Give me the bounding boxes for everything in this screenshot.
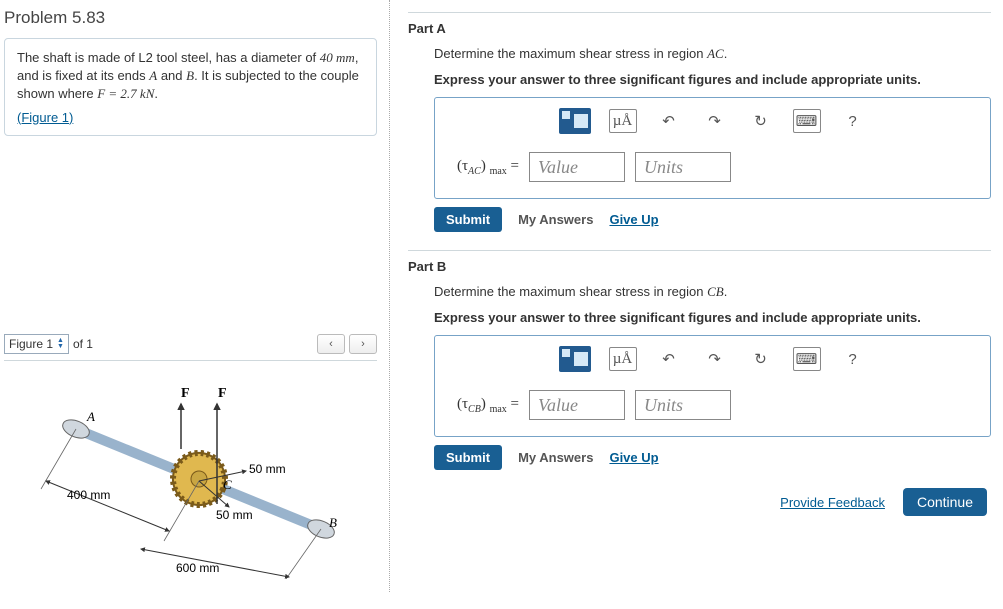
figure-link[interactable]: (Figure 1) <box>17 110 73 125</box>
part-a-submit-button[interactable]: Submit <box>434 207 502 232</box>
my-answers-link[interactable]: My Answers <box>518 212 593 227</box>
problem-text: The shaft is made of L2 tool steel, has … <box>17 49 364 104</box>
give-up-link[interactable]: Give Up <box>609 450 658 465</box>
answer-toolbar: µÅ ↶ ↷ ↻ ⌨ ? <box>435 336 990 382</box>
text: = <box>507 396 519 412</box>
fig-label-A: A <box>86 409 95 424</box>
problem-title: Problem 5.83 <box>4 8 377 28</box>
figure-next-button[interactable]: › <box>349 334 377 354</box>
units-tool[interactable]: µÅ <box>609 347 637 371</box>
part-b-submit-button[interactable]: Submit <box>434 445 502 470</box>
part-b-submit-row: Submit My Answers Give Up <box>434 445 991 470</box>
figure-select-label: Figure 1 <box>9 337 53 351</box>
provide-feedback-link[interactable]: Provide Feedback <box>780 495 885 510</box>
reset-icon[interactable]: ↻ <box>747 347 775 371</box>
my-answers-link[interactable]: My Answers <box>518 450 593 465</box>
figure-canvas: F F A B C 400 mm 600 mm 50 mm 50 mm <box>4 360 377 580</box>
redo-icon[interactable]: ↷ <box>701 109 729 133</box>
help-icon[interactable]: ? <box>839 347 867 371</box>
text: max <box>490 166 507 177</box>
text: Determine the maximum shear stress in re… <box>434 284 707 299</box>
text: The shaft is made of L2 tool steel, has … <box>17 50 320 65</box>
figure-select[interactable]: Figure 1 ▲▼ <box>4 334 69 354</box>
part-b-value-input[interactable]: Value <box>529 390 625 420</box>
part-b-answer-panel: µÅ ↶ ↷ ↻ ⌨ ? (τCB) max = Value Units <box>434 335 991 437</box>
figure-prev-button[interactable]: ‹ <box>317 334 345 354</box>
region-CB: CB <box>707 284 724 299</box>
units-tool[interactable]: µÅ <box>609 109 637 133</box>
text: max <box>490 404 507 415</box>
keyboard-icon[interactable]: ⌨ <box>793 109 821 133</box>
problem-statement-box: The shaft is made of L2 tool steel, has … <box>4 38 377 136</box>
diameter: 40 mm <box>320 50 355 65</box>
part-b-input-row: (τCB) max = Value Units <box>435 382 990 436</box>
help-icon[interactable]: ? <box>839 109 867 133</box>
part-a-prompt: Determine the maximum shear stress in re… <box>434 46 991 62</box>
undo-icon[interactable]: ↶ <box>655 109 683 133</box>
part-b-units-input[interactable]: Units <box>635 390 731 420</box>
part-a-submit-row: Submit My Answers Give Up <box>434 207 991 232</box>
footer-row: Provide Feedback Continue <box>408 488 987 516</box>
fig-label-C: C <box>223 477 232 492</box>
text: AC <box>468 166 481 177</box>
answer-toolbar: µÅ ↶ ↷ ↻ ⌨ ? <box>435 98 990 144</box>
fig-dim-50b: 50 mm <box>216 508 253 522</box>
figure-nav-bar: Figure 1 ▲▼ of 1 ‹ › <box>4 334 377 354</box>
part-b-instruction: Express your answer to three significant… <box>434 310 991 325</box>
redo-icon[interactable]: ↷ <box>701 347 729 371</box>
part-a-title: Part A <box>408 21 991 36</box>
part-b-variable: (τCB) max = <box>457 396 519 415</box>
keyboard-icon[interactable]: ⌨ <box>793 347 821 371</box>
part-b-title: Part B <box>408 259 991 274</box>
fig-label-F: F <box>181 386 190 401</box>
continue-button[interactable]: Continue <box>903 488 987 516</box>
fig-label-F: F <box>218 386 227 401</box>
text: and <box>157 68 186 83</box>
text: ) <box>481 158 490 174</box>
part-a-instruction: Express your answer to three significant… <box>434 72 991 87</box>
fig-dim-400: 400 mm <box>67 488 110 502</box>
region-AC: AC <box>707 46 724 61</box>
part-b-prompt: Determine the maximum shear stress in re… <box>434 284 991 300</box>
text: . <box>724 284 728 299</box>
part-a-units-input[interactable]: Units <box>635 152 731 182</box>
force-eq: F = 2.7 kN <box>97 86 154 101</box>
point-A: A <box>149 68 157 83</box>
text: CB <box>468 404 481 415</box>
text: . <box>154 86 158 101</box>
template-icon[interactable] <box>559 108 591 134</box>
spinner-icon: ▲▼ <box>57 338 64 350</box>
part-a-variable: (τAC) max = <box>457 158 519 177</box>
part-a-input-row: (τAC) max = Value Units <box>435 144 990 198</box>
text: . <box>724 46 728 61</box>
fig-dim-600: 600 mm <box>176 561 219 575</box>
figure-count: of 1 <box>73 337 93 351</box>
give-up-link[interactable]: Give Up <box>609 212 658 227</box>
text: (τ <box>457 158 468 174</box>
reset-icon[interactable]: ↻ <box>747 109 775 133</box>
template-icon[interactable] <box>559 346 591 372</box>
fig-label-B: B <box>329 515 337 530</box>
text: ) <box>481 396 490 412</box>
part-a-value-input[interactable]: Value <box>529 152 625 182</box>
part-a-answer-panel: µÅ ↶ ↷ ↻ ⌨ ? (τAC) max = Value Units <box>434 97 991 199</box>
text: = <box>507 158 519 174</box>
undo-icon[interactable]: ↶ <box>655 347 683 371</box>
text: Determine the maximum shear stress in re… <box>434 46 707 61</box>
text: (τ <box>457 396 468 412</box>
point-B: B <box>186 68 194 83</box>
fig-dim-50a: 50 mm <box>249 462 286 476</box>
